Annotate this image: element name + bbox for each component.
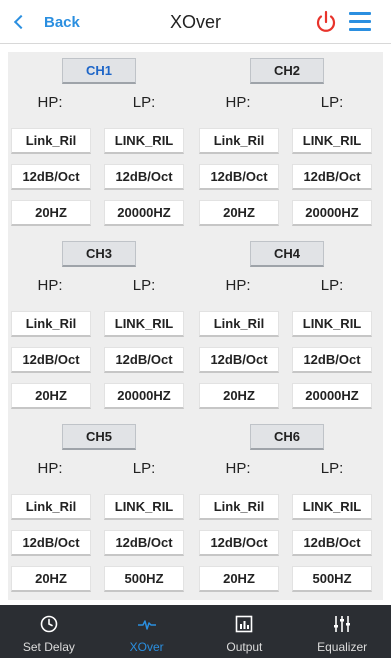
lp-label: LP: <box>320 94 344 111</box>
hp-frequency-button[interactable]: 20HZ <box>199 566 279 592</box>
nav-label: Output <box>226 640 263 654</box>
hp-slope-button[interactable]: 12dB/Oct <box>199 347 279 373</box>
lp-label: LP: <box>132 460 156 477</box>
lp-frequency-button[interactable]: 20000HZ <box>104 383 184 409</box>
lp-frequency-button[interactable]: 20000HZ <box>292 200 372 226</box>
hp-label: HP: <box>37 460 63 477</box>
lp-filter-type-button[interactable]: LINK_RIL <box>292 311 372 337</box>
lp-label: LP: <box>320 460 344 477</box>
lp-slope-button[interactable]: 12dB/Oct <box>104 347 184 373</box>
menu-icon[interactable] <box>349 12 371 32</box>
lp-label: LP: <box>320 277 344 294</box>
lp-slope-button[interactable]: 12dB/Oct <box>104 164 184 190</box>
nav-xover[interactable]: XOver <box>98 605 196 658</box>
nav-equalizer[interactable]: Equalizer <box>293 605 391 658</box>
lp-slope-button[interactable]: 12dB/Oct <box>104 530 184 556</box>
nav-set-delay[interactable]: Set Delay <box>0 605 98 658</box>
hp-frequency-button[interactable]: 20HZ <box>11 200 91 226</box>
hp-filter-type-button[interactable]: Link_Ril <box>11 494 91 520</box>
channel-block-5: CH5 HP: LP: Link_Ril 12dB/Oct 20HZ LINK_RIL 12d… <box>8 418 196 598</box>
lp-filter-type-button[interactable]: LINK_RIL <box>104 311 184 337</box>
channel-select-button[interactable]: CH6 <box>250 424 324 450</box>
back-label: Back <box>44 13 80 31</box>
xover-panel: CH1 HP: LP: Link_Ril 12dB/Oct 20HZ LINK_RIL 12d… <box>8 52 383 600</box>
hp-slope-button[interactable]: 12dB/Oct <box>11 347 91 373</box>
channel-select-button[interactable]: CH2 <box>250 58 324 84</box>
hp-filter-type-button[interactable]: Link_Ril <box>199 494 279 520</box>
channel-block-4: CH4 HP: LP: Link_Ril 12dB/Oct 20HZ LINK_RIL 12d… <box>196 235 384 415</box>
channel-select-button[interactable]: CH3 <box>62 241 136 267</box>
top-bar: Back XOver <box>0 0 391 44</box>
nav-label: Set Delay <box>22 640 75 654</box>
lp-frequency-button[interactable]: 20000HZ <box>292 383 372 409</box>
nav-label: Equalizer <box>317 640 368 654</box>
hp-filter-type-button[interactable]: Link_Ril <box>11 311 91 337</box>
hp-label: HP: <box>225 94 251 111</box>
power-icon[interactable] <box>315 10 337 34</box>
lp-slope-button[interactable]: 12dB/Oct <box>292 530 372 556</box>
channel-block-6: CH6 HP: LP: Link_Ril 12dB/Oct 20HZ LINK_RIL 12d… <box>196 418 384 598</box>
sliders-icon <box>334 616 351 632</box>
lp-slope-button[interactable]: 12dB/Oct <box>292 347 372 373</box>
nav-output[interactable]: Output <box>196 605 294 658</box>
hp-frequency-button[interactable]: 20HZ <box>199 200 279 226</box>
hp-filter-type-button[interactable]: Link_Ril <box>11 128 91 154</box>
hp-label: HP: <box>37 94 63 111</box>
hp-frequency-button[interactable]: 20HZ <box>11 383 91 409</box>
hp-slope-button[interactable]: 12dB/Oct <box>199 530 279 556</box>
lp-slope-button[interactable]: 12dB/Oct <box>292 164 372 190</box>
lp-filter-type-button[interactable]: LINK_RIL <box>292 494 372 520</box>
bottom-nav: Set Delay XOver Output Equalizer <box>0 605 391 658</box>
channel-block-3: CH3 HP: LP: Link_Ril 12dB/Oct 20HZ LINK_RIL 12d… <box>8 235 196 415</box>
clock-icon <box>40 615 58 633</box>
lp-label: LP: <box>132 94 156 111</box>
hp-label: HP: <box>225 277 251 294</box>
channel-select-button[interactable]: CH1 <box>62 58 136 84</box>
hp-frequency-button[interactable]: 20HZ <box>199 383 279 409</box>
channel-select-button[interactable]: CH4 <box>250 241 324 267</box>
nav-label: XOver <box>129 640 164 654</box>
channel-block-1: CH1 HP: LP: Link_Ril 12dB/Oct 20HZ LINK_RIL 12d… <box>8 52 196 232</box>
hp-slope-button[interactable]: 12dB/Oct <box>11 530 91 556</box>
hp-filter-type-button[interactable]: Link_Ril <box>199 311 279 337</box>
chevron-left-icon <box>13 14 29 30</box>
waveform-icon <box>137 620 156 630</box>
hp-frequency-button[interactable]: 20HZ <box>11 566 91 592</box>
lp-filter-type-button[interactable]: LINK_RIL <box>104 128 184 154</box>
hp-label: HP: <box>225 460 251 477</box>
hp-slope-button[interactable]: 12dB/Oct <box>199 164 279 190</box>
hp-slope-button[interactable]: 12dB/Oct <box>11 164 91 190</box>
channel-block-2: CH2 HP: LP: Link_Ril 12dB/Oct 20HZ LINK_RIL 12d… <box>196 52 384 232</box>
back-button[interactable]: Back <box>12 0 80 44</box>
lp-frequency-button[interactable]: 20000HZ <box>104 200 184 226</box>
lp-frequency-button[interactable]: 500HZ <box>292 566 372 592</box>
lp-filter-type-button[interactable]: LINK_RIL <box>104 494 184 520</box>
lp-filter-type-button[interactable]: LINK_RIL <box>292 128 372 154</box>
hp-label: HP: <box>37 277 63 294</box>
channel-select-button[interactable]: CH5 <box>62 424 136 450</box>
lp-label: LP: <box>132 277 156 294</box>
lp-frequency-button[interactable]: 500HZ <box>104 566 184 592</box>
bar-chart-icon <box>236 615 253 633</box>
hp-filter-type-button[interactable]: Link_Ril <box>199 128 279 154</box>
